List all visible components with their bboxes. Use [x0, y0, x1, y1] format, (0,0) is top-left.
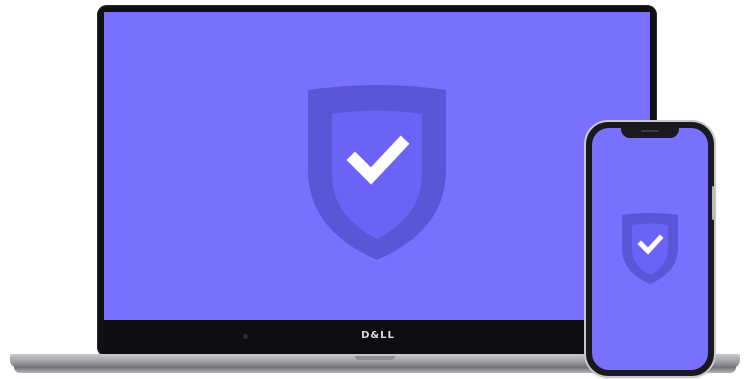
- phone-speaker-icon: [641, 130, 659, 132]
- shield-check-icon: [622, 213, 678, 284]
- shield-check-icon: [308, 85, 446, 260]
- device-mockup: D&LL: [0, 0, 750, 379]
- webcam-icon: [243, 334, 248, 339]
- laptop-hinge-notch: [355, 356, 395, 360]
- phone-side-button: [712, 186, 715, 220]
- laptop-brand-logo: D&LL: [361, 330, 395, 341]
